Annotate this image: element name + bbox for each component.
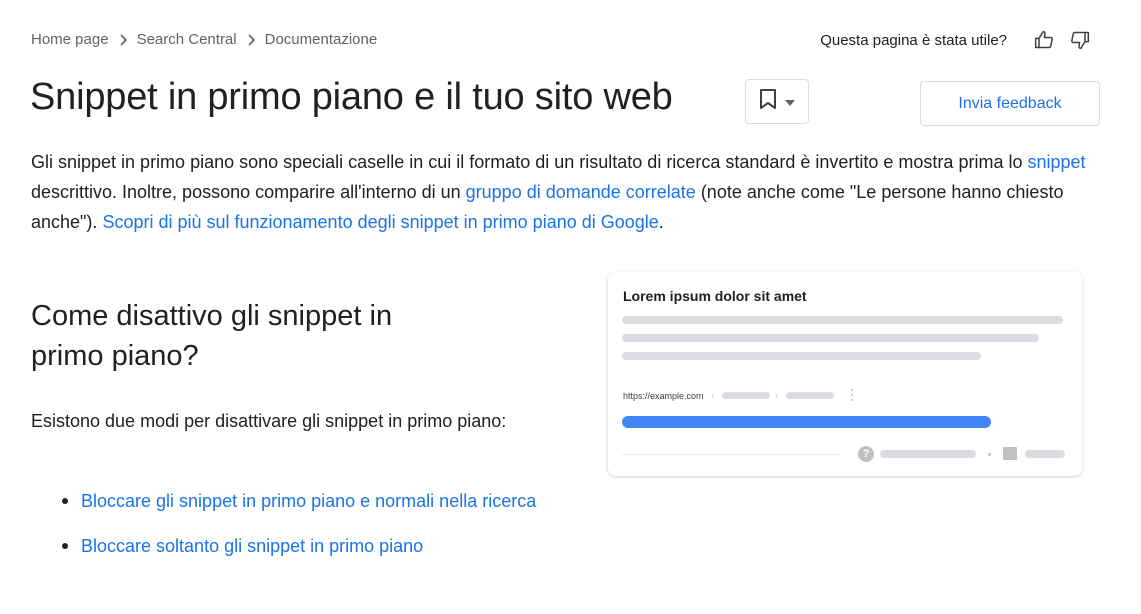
related-questions-link[interactable]: gruppo di domande correlate — [466, 182, 696, 202]
placeholder-line — [622, 316, 1063, 324]
breadcrumb-home[interactable]: Home page — [31, 31, 109, 48]
placeholder-line — [622, 334, 1039, 342]
help-icon: ? — [858, 446, 874, 462]
block-featured-snippets-link[interactable]: Bloccare soltanto gli snippet in primo p… — [81, 536, 423, 556]
placeholder-line — [880, 450, 976, 458]
illustration-title: Lorem ipsum dolor sit amet — [623, 288, 807, 304]
chevron-right-icon: › — [711, 390, 714, 400]
options-list: Bloccare gli snippet in primo piano e no… — [31, 486, 551, 576]
helpful-question: Questa pagina è stata utile? — [820, 31, 1007, 49]
divider — [622, 454, 840, 455]
thumb-up-icon[interactable] — [1031, 27, 1057, 53]
placeholder-line — [622, 352, 981, 360]
intro-text-4: . — [658, 212, 664, 232]
placeholder-line — [1025, 450, 1065, 458]
bookmark-button[interactable] — [745, 79, 809, 124]
chevron-right-icon — [237, 31, 265, 48]
send-feedback-button[interactable]: Invia feedback — [920, 81, 1100, 126]
page-helpful-rating: Questa pagina è stata utile? — [820, 27, 1093, 53]
block-all-snippets-link[interactable]: Bloccare gli snippet in primo piano e no… — [81, 491, 536, 511]
chevron-right-icon — [109, 31, 137, 48]
separator-dot — [988, 453, 991, 456]
placeholder-crumb — [722, 392, 770, 399]
featured-snippet-illustration: Lorem ipsum dolor sit amet https://examp… — [608, 272, 1082, 476]
breadcrumb-search-central[interactable]: Search Central — [137, 31, 237, 48]
intro-text-1: Gli snippet in primo piano sono speciali… — [31, 152, 1028, 172]
intro-text-2: descrittivo. Inoltre, possono comparire … — [31, 182, 466, 202]
thumb-down-icon[interactable] — [1067, 27, 1093, 53]
breadcrumb: Home page Search Central Documentazione — [31, 31, 377, 48]
list-item: Bloccare gli snippet in primo piano e no… — [31, 486, 551, 516]
chevron-right-icon: › — [775, 390, 778, 400]
highlighted-snippet-bar — [622, 416, 991, 428]
page-title: Snippet in primo piano e il tuo sito web — [30, 76, 673, 118]
list-item: Bloccare soltanto gli snippet in primo p… — [31, 531, 551, 561]
breadcrumb-documentazione[interactable]: Documentazione — [265, 31, 378, 48]
snippet-link[interactable]: snippet — [1027, 152, 1085, 172]
feedback-icon — [1003, 447, 1017, 460]
illustration-url: https://example.com — [623, 391, 704, 401]
learn-more-link[interactable]: Scopri di più sul funzionamento degli sn… — [102, 212, 658, 232]
placeholder-crumb — [786, 392, 834, 399]
bookmark-icon — [759, 88, 777, 115]
intro-paragraph: Gli snippet in primo piano sono speciali… — [31, 147, 1111, 237]
section-text: Esistono due modi per disattivare gli sn… — [31, 411, 507, 431]
more-vert-icon — [850, 389, 854, 401]
section-heading: Come disattivo gli snippet in primo pian… — [31, 300, 393, 372]
caret-down-icon — [785, 93, 795, 111]
